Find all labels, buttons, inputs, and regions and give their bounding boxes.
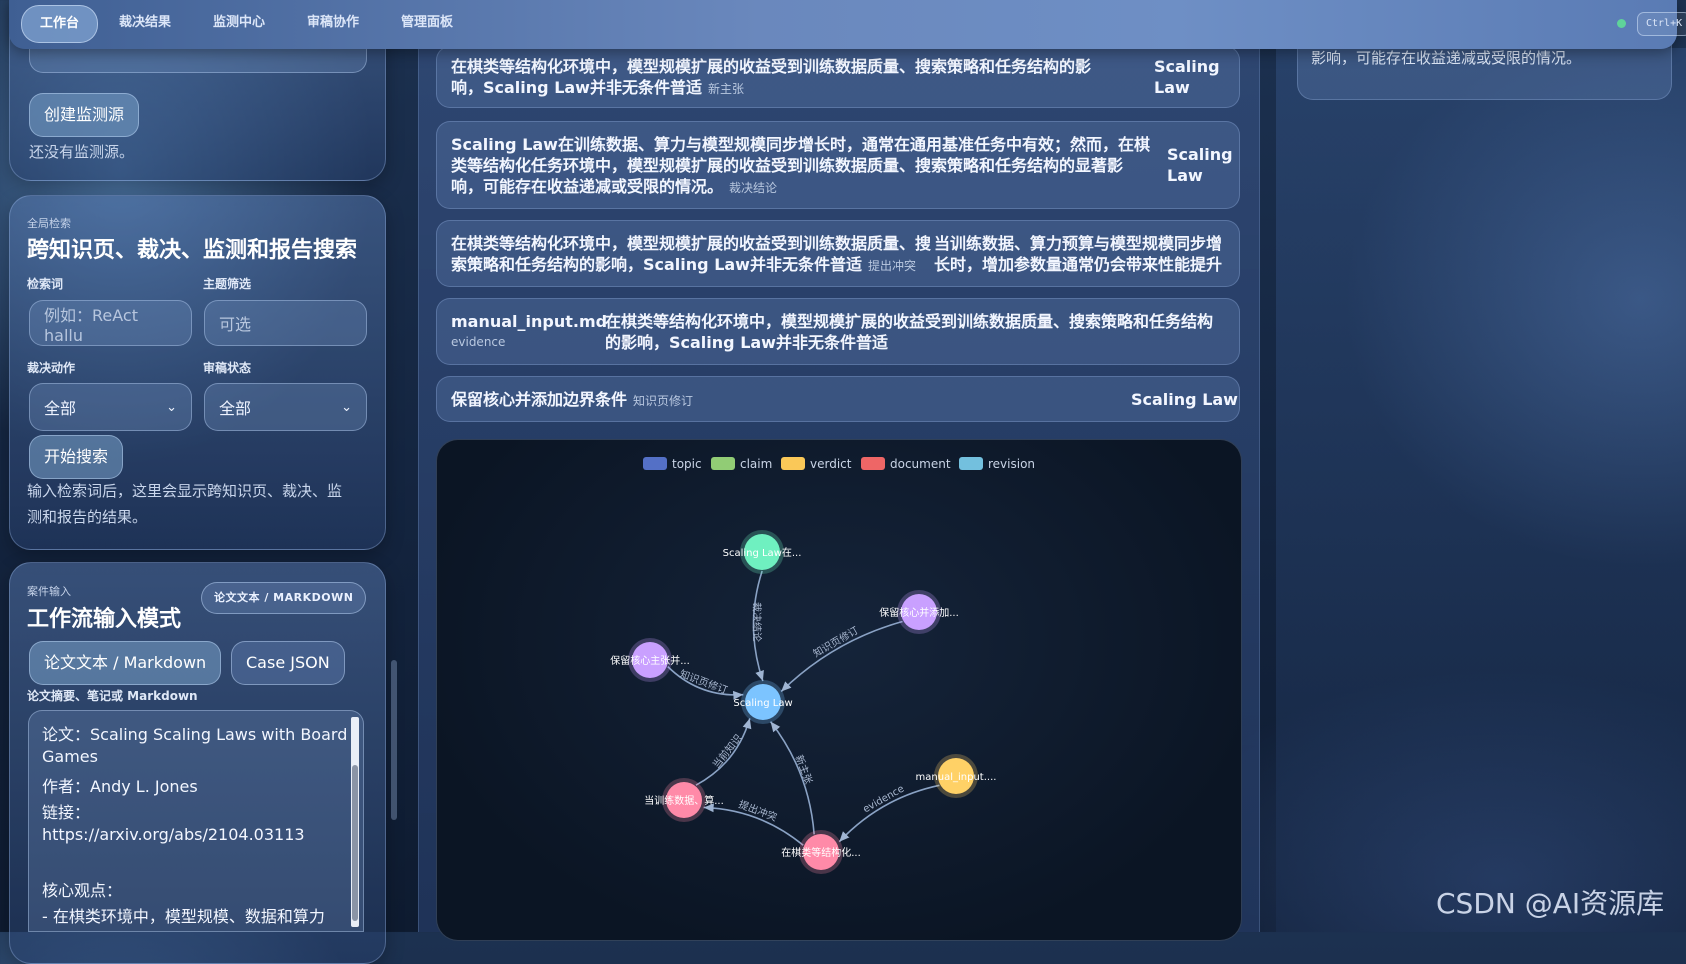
graph-node-label: Scaling Law在... bbox=[723, 547, 802, 559]
topic-label: 主题筛选 bbox=[203, 277, 252, 291]
monitor-empty-text: 还没有监测源。 bbox=[29, 143, 135, 161]
mode-badge: 论文文本 / MARKDOWN bbox=[201, 582, 367, 614]
chevron-down-icon: ⌄ bbox=[166, 399, 177, 415]
textarea-label: 论文摘要、笔记或 Markdown bbox=[27, 689, 198, 703]
tab-verdicts[interactable]: 裁决结果 bbox=[101, 5, 189, 41]
graph-edge-label: evidence bbox=[861, 784, 906, 816]
result-text: 在棋类等结构化环境中，模型规模扩展的收益受到训练数据质量、搜索策略和任务结构的影… bbox=[451, 57, 1092, 97]
action-label: 裁决动作 bbox=[27, 361, 76, 375]
graph-edge-label: 知识页修订 bbox=[678, 667, 729, 697]
workflow-kicker: 案件输入 bbox=[27, 585, 71, 598]
command-palette-shortcut[interactable]: Ctrl+K bbox=[1637, 12, 1686, 36]
graph-node-top[interactable]: Scaling Law在... bbox=[723, 530, 802, 574]
result-topic: Scaling Law bbox=[1131, 390, 1238, 409]
start-search-button[interactable]: 开始搜索 bbox=[29, 435, 124, 479]
svg-text:topic: topic bbox=[672, 457, 702, 471]
result-card[interactable]: 在棋类等结构化环境中，模型规模扩展的收益受到训练数据质量、搜索策略和任务结构的影… bbox=[436, 46, 1240, 108]
right-summary-text: 影响，可能存在收益递减或受限的情况。 bbox=[1311, 49, 1582, 67]
result-text: 保留核心并添加边界条件 知识页修订 bbox=[451, 390, 694, 409]
textarea-line: 论文：Scaling Scaling Laws with Board bbox=[42, 725, 348, 744]
graph-edge-label: 当前知识 bbox=[710, 732, 745, 771]
result-text: 在棋类等结构化环境中，模型规模扩展的收益受到训练数据质量、搜索策略和任务结构的影… bbox=[451, 234, 932, 274]
result-topic: 当训练数据、算力预算与模型规模同步增长时，增加参数量通常仍会带来性能提升 bbox=[934, 234, 1223, 274]
legend-item-claim[interactable]: claim bbox=[711, 457, 772, 471]
result-tag: 裁决结论 bbox=[729, 181, 778, 195]
result-tag: 新主张 bbox=[707, 82, 744, 96]
result-text: Scaling Law在训练数据、算力与模型规模同步增长时，通常在通用基准任务中… bbox=[451, 135, 1150, 196]
svg-text:revision: revision bbox=[988, 457, 1035, 471]
paper-textarea[interactable]: 论文：Scaling Scaling Laws with Board Games… bbox=[28, 710, 364, 932]
search-kicker: 全局检索 bbox=[27, 217, 71, 230]
result-card[interactable]: 在棋类等结构化环境中，模型规模扩展的收益受到训练数据质量、搜索策略和任务结构的影… bbox=[436, 220, 1240, 287]
legend-item-revision[interactable]: revision bbox=[959, 457, 1035, 471]
top-nav: 工作台 裁决结果 监测中心 审稿协作 管理面板 Ctrl+K bbox=[9, 0, 1686, 49]
right-column bbox=[1276, 48, 1686, 932]
graph-node-center[interactable]: Scaling Law bbox=[733, 680, 793, 724]
textarea-line: 作者：Andy L. Jones bbox=[42, 777, 198, 796]
watermark: CSDN @AI资源库 bbox=[1436, 887, 1665, 920]
textarea-line: 核心观点： bbox=[42, 881, 123, 900]
textarea-line: - 在棋类环境中，模型规模、数据和算力 bbox=[42, 907, 325, 926]
chevron-down-icon: ⌄ bbox=[341, 399, 352, 415]
legend-item-document[interactable]: document bbox=[861, 457, 951, 471]
graph-edge-label: 新主张 bbox=[793, 753, 816, 786]
action-select-value: 全部 bbox=[44, 399, 77, 418]
legend-item-verdict[interactable]: verdict bbox=[781, 457, 852, 471]
graph-node-label: Scaling Law bbox=[733, 698, 792, 709]
graph-edge-label: 提出冲突 bbox=[737, 797, 779, 823]
tab-admin[interactable]: 管理面板 bbox=[383, 5, 471, 41]
status-dot-icon bbox=[1617, 19, 1626, 28]
search-input[interactable]: 例如：ReAct hallu bbox=[29, 300, 192, 346]
result-tag: 提出冲突 bbox=[867, 259, 916, 273]
svg-text:document: document bbox=[890, 457, 951, 471]
svg-text:verdict: verdict bbox=[810, 457, 852, 471]
legend-item-topic[interactable]: topic bbox=[643, 457, 702, 471]
graph-node-label: 当训练数据、算... bbox=[644, 794, 724, 807]
result-text: 在棋类等结构化环境中，模型规模扩展的收益受到训练数据质量、搜索策略和任务结构的影… bbox=[605, 312, 1214, 352]
graph-node-label: 保留核心主张并... bbox=[610, 654, 690, 667]
tab-monitor[interactable]: 监测中心 bbox=[195, 5, 283, 41]
knowledge-graph[interactable]: topic claim verdict document revision 裁决结论知识页… bbox=[436, 439, 1242, 941]
result-card[interactable]: 保留核心并添加边界条件 知识页修订 Scaling Law bbox=[436, 376, 1240, 422]
result-card[interactable]: Scaling Law在训练数据、算力与模型规模同步增长时，通常在通用基准任务中… bbox=[436, 121, 1240, 209]
result-card[interactable]: manual_input.md evidence 在棋类等结构化环境中，模型规模… bbox=[436, 298, 1240, 365]
mode-json-button[interactable]: Case JSON bbox=[231, 641, 345, 685]
svg-text:claim: claim bbox=[740, 457, 772, 471]
action-select[interactable]: 全部 ⌄ bbox=[29, 383, 192, 431]
review-select-value: 全部 bbox=[219, 399, 252, 418]
textarea-line: Games bbox=[42, 747, 98, 766]
search-title: 跨知识页、裁决、监测和报告搜索 bbox=[27, 238, 358, 263]
query-label: 检索词 bbox=[27, 277, 64, 291]
result-topic: Scaling Law bbox=[1154, 57, 1220, 97]
result-source-tag: evidence bbox=[451, 335, 506, 349]
graph-node-bl[interactable]: 当训练数据、算... bbox=[644, 778, 724, 822]
search-panel: 全局检索 跨知识页、裁决、监测和报告搜索 检索词 主题筛选 例如：ReAct h… bbox=[9, 195, 386, 550]
tab-review[interactable]: 审稿协作 bbox=[289, 5, 377, 41]
textarea-line: https://arxiv.org/abs/2104.03113 bbox=[42, 825, 305, 844]
graph-node-right[interactable]: 保留核心并添加... bbox=[879, 590, 959, 634]
mode-markdown-button[interactable]: 论文文本 / Markdown bbox=[29, 641, 222, 685]
graph-edge-label: 裁决结论 bbox=[750, 602, 763, 642]
graph-node-br[interactable]: manual_input.... bbox=[916, 754, 997, 798]
result-source: manual_input.md bbox=[451, 312, 608, 331]
graph-canvas[interactable]: topic claim verdict document revision 裁决结论知识页… bbox=[437, 440, 1241, 940]
textarea-scrollbar-thumb[interactable] bbox=[352, 765, 358, 921]
result-tag: 知识页修订 bbox=[633, 394, 694, 408]
graph-node-label: 在棋类等结构化... bbox=[781, 846, 861, 859]
tab-workbench[interactable]: 工作台 bbox=[21, 5, 99, 43]
review-label: 审稿状态 bbox=[203, 361, 252, 375]
review-select[interactable]: 全部 ⌄ bbox=[204, 383, 367, 431]
search-hint: 输入检索词后，这里会显示跨知识页、裁决、监测和报告的结果。 bbox=[27, 482, 343, 526]
graph-node-label: manual_input.... bbox=[916, 772, 997, 783]
create-monitor-button[interactable]: 创建监测源 bbox=[29, 93, 140, 137]
graph-edge-label: 知识页修订 bbox=[811, 624, 861, 660]
workflow-title: 工作流输入模式 bbox=[27, 607, 182, 632]
graph-node-label: 保留核心并添加... bbox=[879, 606, 959, 619]
sidebar-scrollbar[interactable] bbox=[391, 660, 397, 820]
topic-filter-input[interactable]: 可选 bbox=[204, 300, 367, 346]
textarea-line: 链接： bbox=[42, 803, 91, 822]
result-topic: Scaling Law bbox=[1167, 145, 1233, 185]
